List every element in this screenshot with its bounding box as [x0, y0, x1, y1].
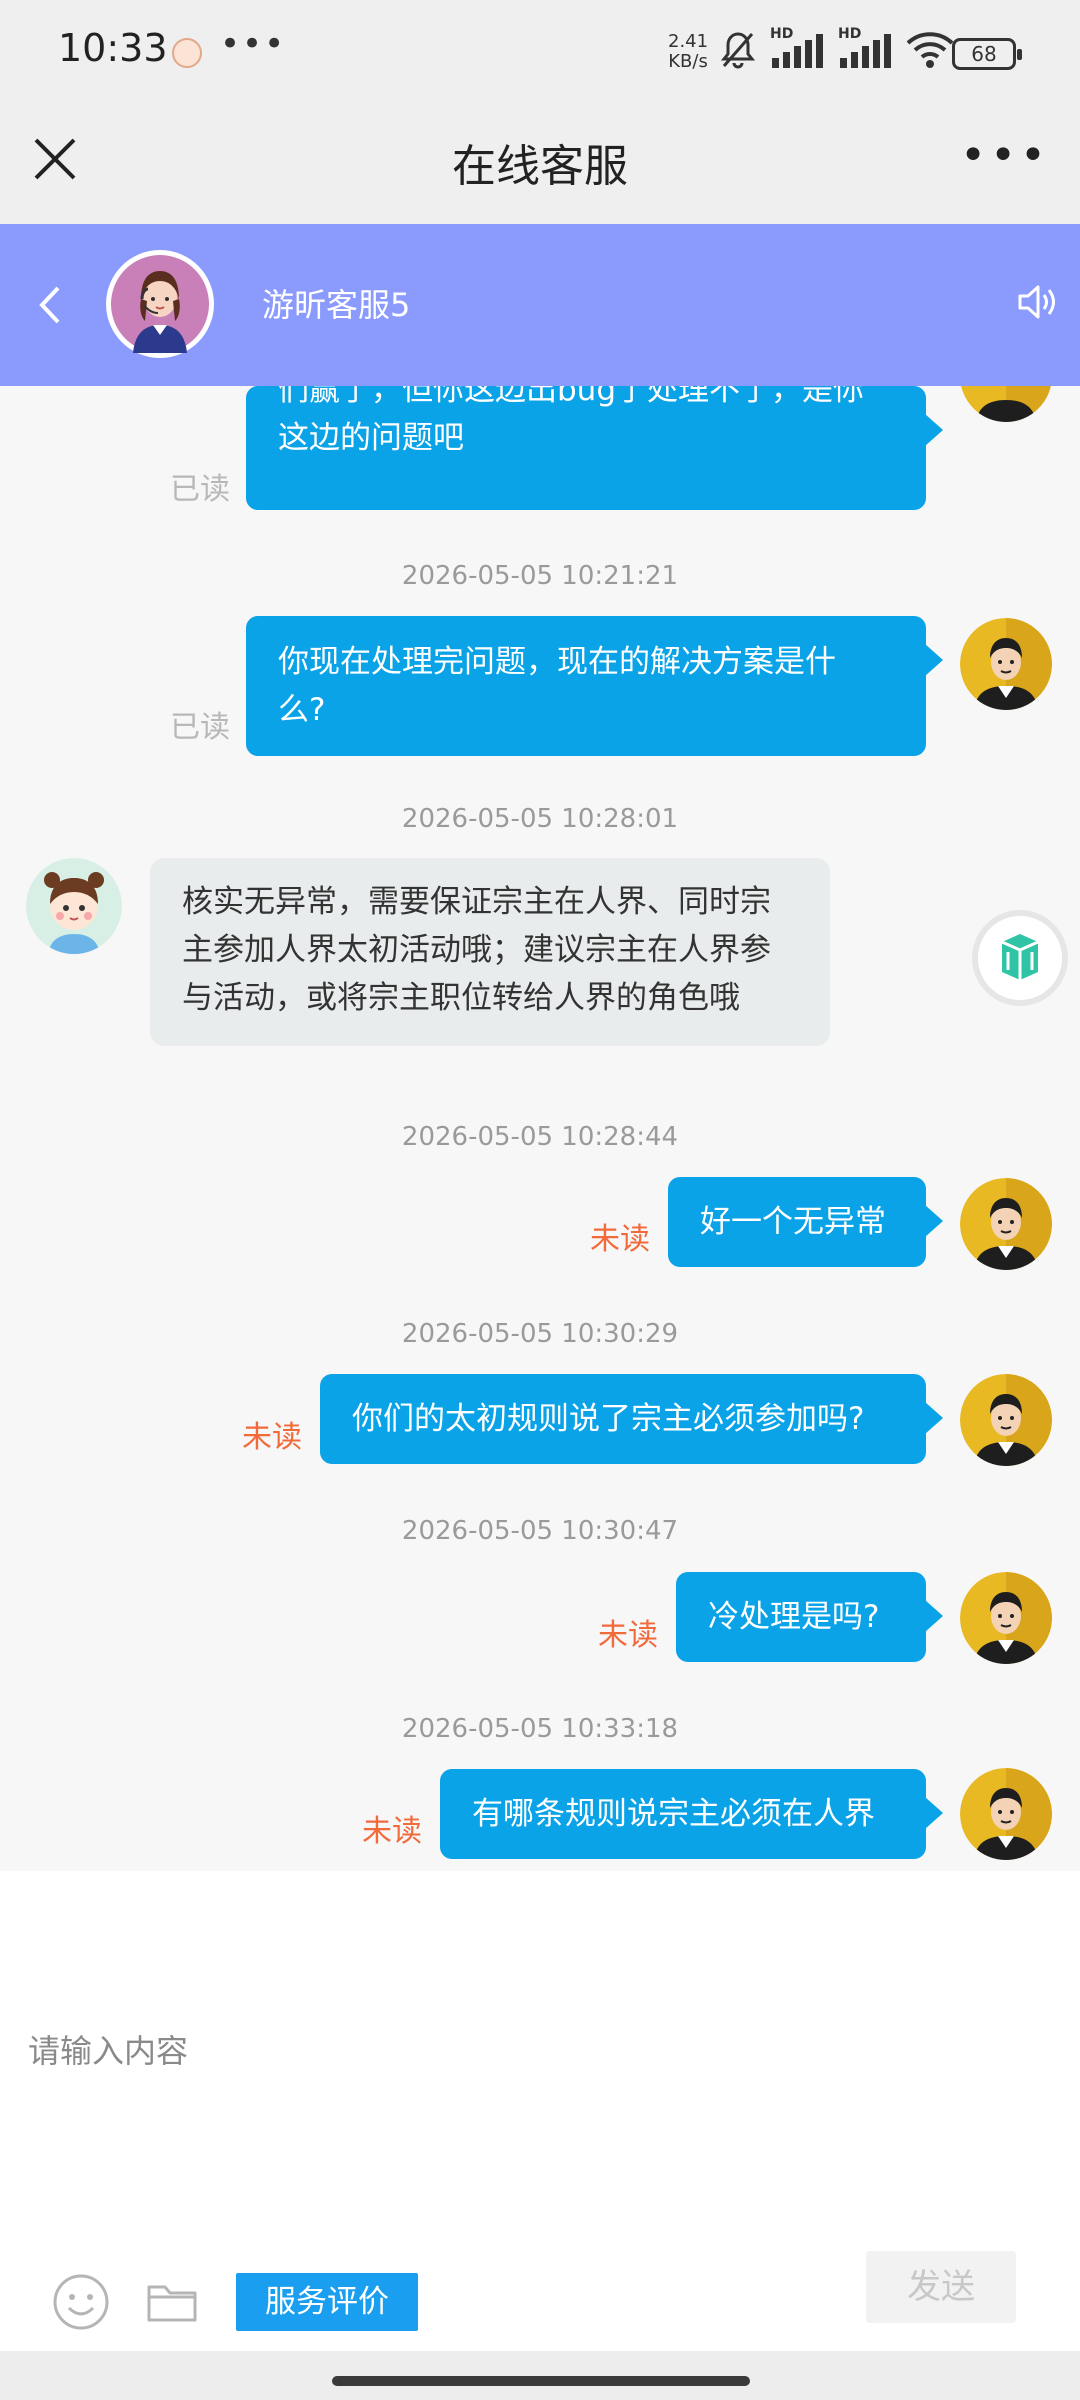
message-line: 主参加人界太初活动哦；建议宗主在人界参	[182, 932, 771, 968]
folder-icon[interactable]	[146, 2279, 198, 2323]
message-line: 你现在处理完问题，现在的解决方案是什	[278, 644, 836, 680]
message-timestamp: 2026-05-05 10:30:47	[401, 1516, 679, 1546]
message-bubble[interactable]: 你们的太初规则说了宗主必须参加吗?	[320, 1374, 943, 1464]
status-bar: 10:33 ••• 2.41 KB/s HD HD 68	[0, 0, 1080, 108]
unread-status: 未读	[242, 1420, 302, 1455]
message-line: 这边的问题吧	[278, 420, 464, 456]
status-more-icon: •••	[220, 24, 287, 64]
user-avatar	[960, 1374, 1052, 1466]
title-bar: 在线客服 •••	[0, 108, 1080, 224]
emoji-icon[interactable]	[52, 2273, 110, 2331]
status-icons: HD HD	[720, 26, 954, 70]
message-bubble[interactable]: 们赢了，但你这边出bug了处理不了，是你 这边的问题吧	[246, 386, 943, 510]
message-timestamp: 2026-05-05 10:21:21	[401, 561, 679, 591]
message-bubble[interactable]: 有哪条规则说宗主必须在人界	[440, 1769, 943, 1859]
message-bubble[interactable]: 核实无异常，需要保证宗主在人界、同时宗 主参加人界太初活动哦；建议宗主在人界参 …	[150, 858, 830, 1046]
message-line: 有哪条规则说宗主必须在人界	[472, 1796, 875, 1832]
agent-header: 游昕客服5	[0, 224, 1080, 386]
message-line: 核实无异常，需要保证宗主在人界、同时宗	[182, 884, 771, 920]
message-line: 冷处理是吗?	[708, 1599, 880, 1635]
unread-status: 未读	[362, 1814, 422, 1849]
read-status: 已读	[170, 472, 230, 507]
mute-bell-icon	[720, 32, 756, 69]
battery-icon: 68	[952, 38, 1022, 70]
agent-avatar	[106, 250, 214, 358]
message-bubble[interactable]: 好一个无异常	[668, 1177, 943, 1267]
user-avatar	[960, 1178, 1052, 1270]
status-time: 10:33	[58, 26, 168, 70]
more-menu-icon[interactable]: •••	[960, 130, 1050, 181]
user-avatar	[960, 386, 1052, 422]
chat-area[interactable]: 们赢了，但你这边出bug了处理不了，是你 这边的问题吧 已读 2026-05-0…	[0, 386, 1080, 1871]
page-title: 在线客服	[452, 141, 628, 192]
message-timestamp: 2026-05-05 10:28:44	[401, 1122, 679, 1152]
notification-icon	[172, 38, 202, 68]
floating-cube-button[interactable]	[972, 910, 1068, 1006]
message-line: 与活动，或将宗主职位转给人界的角色哦	[182, 980, 740, 1016]
message-line: 你们的太初规则说了宗主必须参加吗?	[352, 1401, 865, 1437]
network-speed: 2.41 KB/s	[668, 32, 708, 72]
message-line: 们赢了，但你这边出bug了处理不了，是你	[278, 386, 865, 408]
message-timestamp: 2026-05-05 10:28:01	[401, 804, 679, 834]
message-timestamp: 2026-05-05 10:33:18	[401, 1714, 679, 1744]
read-status: 已读	[170, 710, 230, 745]
message-input[interactable]	[28, 2021, 1048, 2081]
message-bubble[interactable]: 冷处理是吗?	[676, 1572, 943, 1662]
network-speed-unit: KB/s	[668, 51, 708, 72]
speaker-icon[interactable]	[1014, 280, 1058, 324]
user-avatar	[960, 618, 1052, 710]
send-button[interactable]: 发送	[866, 2251, 1016, 2323]
back-icon[interactable]	[32, 276, 68, 334]
signal-icon: HD	[770, 26, 824, 70]
navigation-bar	[0, 2351, 1080, 2400]
user-avatar	[960, 1768, 1052, 1860]
unread-status: 未读	[590, 1222, 650, 1257]
service-rating-button[interactable]: 服务评价	[236, 2273, 418, 2331]
wifi-icon	[906, 32, 954, 68]
message-timestamp: 2026-05-05 10:30:29	[401, 1319, 679, 1349]
network-speed-value: 2.41	[668, 31, 709, 52]
agent-name: 游昕客服5	[262, 286, 411, 324]
message-bubble[interactable]: 你现在处理完问题，现在的解决方案是什 么?	[246, 616, 943, 756]
unread-status: 未读	[598, 1618, 658, 1653]
user-avatar	[960, 1572, 1052, 1664]
message-line: 好一个无异常	[700, 1204, 886, 1240]
input-area: 服务评价 发送	[0, 1871, 1080, 2351]
home-handle[interactable]	[332, 2376, 750, 2386]
signal-icon-2: HD	[838, 26, 892, 70]
bot-avatar	[26, 858, 122, 954]
message-line: 么?	[278, 692, 326, 728]
